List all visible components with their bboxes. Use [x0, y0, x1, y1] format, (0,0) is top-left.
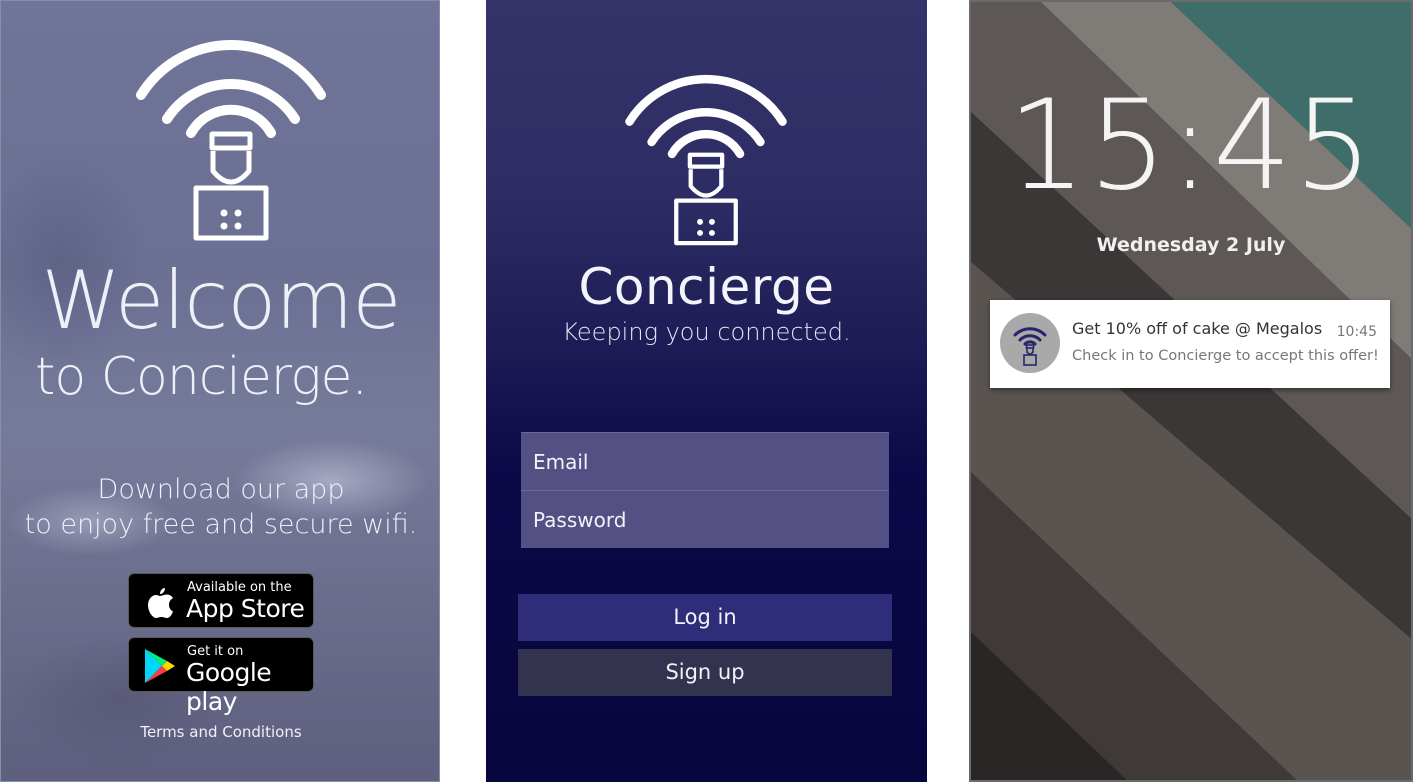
app-store-label: App Store — [186, 594, 305, 623]
welcome-screen: Welcome to Concierge. Download our app t… — [0, 0, 440, 782]
concierge-wifi-logo-icon — [136, 40, 326, 241]
welcome-subtitle: to Concierge. — [34, 347, 368, 407]
tagline: Keeping you connected. — [562, 318, 851, 346]
download-text-line2: to enjoy free and secure wifi. — [24, 509, 418, 540]
login-button[interactable]: Log in — [518, 594, 892, 641]
google-play-label: Google play — [186, 658, 272, 716]
offer-notification[interactable]: Get 10% off of cake @ Megalos 10:45 Chec… — [990, 300, 1390, 388]
notification-title: Get 10% off of cake @ Megalos — [1072, 319, 1323, 338]
app-name: Concierge — [578, 258, 835, 316]
welcome-title: Welcome — [41, 254, 402, 347]
lock-date: Wednesday 2 July — [1096, 234, 1286, 256]
app-store-small-label: Available on the — [187, 580, 292, 595]
notification-time: 10:45 — [1336, 324, 1377, 340]
login-screen: Concierge Keeping you connected. Email P… — [486, 0, 927, 782]
lock-screen: 15:45 Wednesday 2 July Get 10% off of ca… — [969, 0, 1413, 782]
lock-clock: 15:45 — [1007, 74, 1375, 218]
email-field[interactable]: Email — [521, 432, 889, 490]
apple-icon — [148, 588, 173, 618]
signup-button[interactable]: Sign up — [518, 649, 892, 696]
notification-avatar — [1000, 313, 1060, 373]
concierge-logo-icon — [1013, 327, 1047, 366]
google-play-icon — [145, 649, 175, 683]
password-field[interactable]: Password — [521, 490, 889, 548]
notification-body: Check in to Concierge to accept this off… — [1072, 348, 1379, 364]
google-play-button[interactable]: Get it on Google play — [128, 637, 314, 716]
terms-link[interactable]: Terms and Conditions — [1, 723, 439, 741]
download-text-line1: Download our app — [97, 474, 345, 505]
concierge-wifi-logo-icon — [625, 74, 787, 246]
google-play-small-label: Get it on — [187, 644, 244, 659]
app-store-button[interactable]: Available on the App Store — [128, 573, 314, 628]
